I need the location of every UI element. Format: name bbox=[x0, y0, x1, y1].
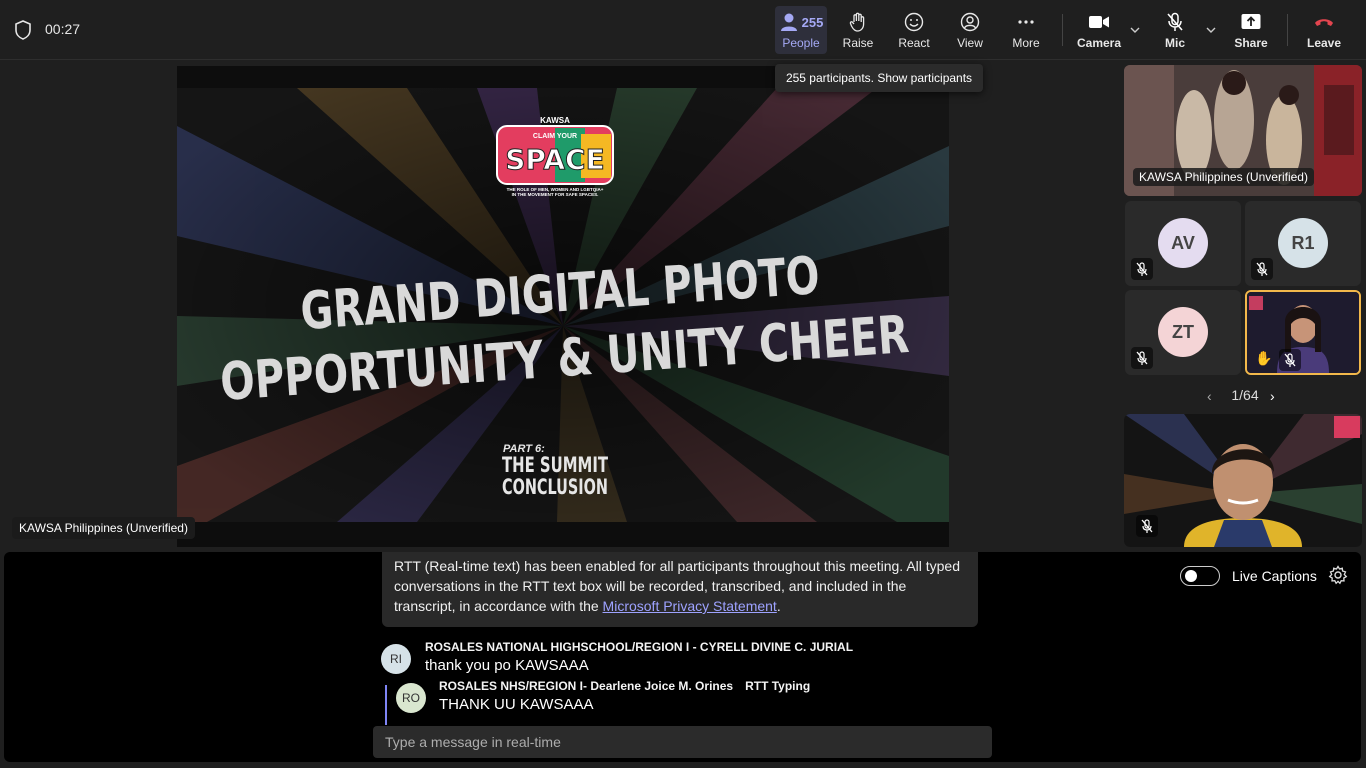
toolbar-divider bbox=[1062, 14, 1063, 46]
leave-label: Leave bbox=[1306, 36, 1342, 50]
mic-button[interactable]: Mic bbox=[1155, 6, 1195, 54]
mic-off-icon bbox=[1279, 349, 1301, 371]
live-captions-toggle[interactable] bbox=[1180, 566, 1220, 586]
view-button[interactable]: View bbox=[950, 6, 990, 54]
people-button[interactable]: 255 People bbox=[775, 6, 827, 54]
mic-options-chevron-down-icon[interactable] bbox=[1205, 24, 1217, 36]
raised-hand-icon: ✋ bbox=[1255, 350, 1273, 366]
privacy-statement-link[interactable]: Microsoft Privacy Statement bbox=[603, 598, 777, 614]
top-tile-name-label: KAWSA Philippines (Unverified) bbox=[1133, 168, 1314, 186]
video-tile-zt[interactable]: ZT bbox=[1125, 290, 1241, 375]
rtt-typing-status: RTT Typing bbox=[745, 679, 811, 693]
view-icon bbox=[960, 12, 980, 32]
video-tile-raised-hand[interactable]: ✋ bbox=[1245, 290, 1361, 375]
more-label: More bbox=[1012, 36, 1040, 50]
logo-top-text: CLAIM YOUR bbox=[533, 133, 577, 140]
share-icon bbox=[1241, 14, 1261, 29]
gear-icon[interactable] bbox=[1328, 565, 1348, 585]
message-sender: ROSALES NATIONAL HIGHSCHOOL/REGION I - C… bbox=[425, 640, 854, 654]
mic-off-icon bbox=[1136, 515, 1158, 537]
hang-up-icon bbox=[1315, 19, 1333, 26]
avatar: AV bbox=[1158, 218, 1208, 268]
raise-hand-button[interactable]: Raise bbox=[838, 6, 878, 54]
meeting-timer: 00:27 bbox=[45, 21, 81, 37]
part-title-line-1: THE SUMMIT bbox=[502, 453, 608, 477]
camera-icon bbox=[1089, 16, 1109, 28]
react-button[interactable]: React bbox=[894, 6, 934, 54]
part-title-line-2: CONCLUSION bbox=[502, 475, 608, 499]
presentation-slide: KAWSA CLAIM YOUR SPACE THE ROLE OF MEN, … bbox=[177, 66, 949, 547]
shared-content-stage: KAWSA CLAIM YOUR SPACE THE ROLE OF MEN, … bbox=[177, 66, 949, 547]
react-label: React bbox=[898, 36, 930, 50]
raise-hand-icon bbox=[849, 12, 865, 32]
rtt-message-input[interactable] bbox=[373, 726, 992, 758]
self-video bbox=[1124, 414, 1362, 547]
mic-off-icon bbox=[1167, 12, 1183, 31]
mic-off-icon bbox=[1131, 347, 1153, 369]
video-tile-r1[interactable]: R1 bbox=[1245, 201, 1361, 286]
camera-options-chevron-down-icon[interactable] bbox=[1129, 24, 1141, 36]
typing-indicator-bar bbox=[385, 685, 387, 725]
video-tile-av[interactable]: AV bbox=[1125, 201, 1241, 286]
live-captions-label: Live Captions bbox=[1232, 568, 1317, 584]
logo-main-text: SPACE bbox=[505, 143, 604, 176]
self-video-tile[interactable] bbox=[1124, 414, 1362, 547]
leave-button[interactable]: Leave bbox=[1304, 6, 1344, 54]
people-icon bbox=[780, 13, 797, 31]
raise-label: Raise bbox=[842, 36, 874, 50]
avatar: RO bbox=[396, 683, 426, 713]
rtt-notice: RTT (Real-time text) has been enabled fo… bbox=[382, 552, 978, 627]
more-icon bbox=[1018, 20, 1034, 24]
shield-icon bbox=[15, 20, 31, 40]
message-text: THANK UU KAWSAAA bbox=[439, 696, 594, 713]
smile-icon bbox=[904, 12, 924, 32]
meeting-toolbar: 00:27 255 People Raise React View More C… bbox=[0, 0, 1366, 60]
more-button[interactable]: More bbox=[1006, 6, 1046, 54]
message-sender: ROSALES NHS/REGION I- Dearlene Joice M. … bbox=[439, 679, 734, 693]
avatar: ZT bbox=[1158, 307, 1208, 357]
avatar: RI bbox=[381, 644, 411, 674]
mic-off-icon bbox=[1131, 258, 1153, 280]
message-sender-row: ROSALES NHS/REGION I- Dearlene Joice M. … bbox=[439, 679, 810, 693]
message-text: thank you po KAWSAAA bbox=[425, 657, 589, 674]
rtt-notice-end: . bbox=[776, 598, 781, 614]
toolbar-divider bbox=[1287, 14, 1288, 46]
avatar: R1 bbox=[1278, 218, 1328, 268]
people-count: 255 bbox=[801, 14, 824, 30]
next-page-chevron-right-icon[interactable]: › bbox=[1270, 388, 1275, 404]
toggle-knob bbox=[1185, 570, 1197, 582]
brand-text: KAWSA bbox=[540, 116, 570, 125]
mic-label: Mic bbox=[1164, 36, 1185, 50]
presenter-name-label: KAWSA Philippines (Unverified) bbox=[12, 517, 195, 539]
participants-tooltip: 255 participants. Show participants bbox=[775, 64, 983, 92]
camera-label: Camera bbox=[1076, 36, 1122, 50]
camera-button[interactable]: Camera bbox=[1077, 6, 1121, 54]
share-button[interactable]: Share bbox=[1231, 6, 1271, 54]
mic-off-icon bbox=[1251, 258, 1273, 280]
logo-sub-text-2: IN THE MOVEMENT FOR SAFE SPACES. bbox=[512, 192, 599, 197]
people-label: People bbox=[782, 36, 820, 50]
share-label: Share bbox=[1234, 36, 1268, 50]
view-label: View bbox=[957, 36, 983, 50]
